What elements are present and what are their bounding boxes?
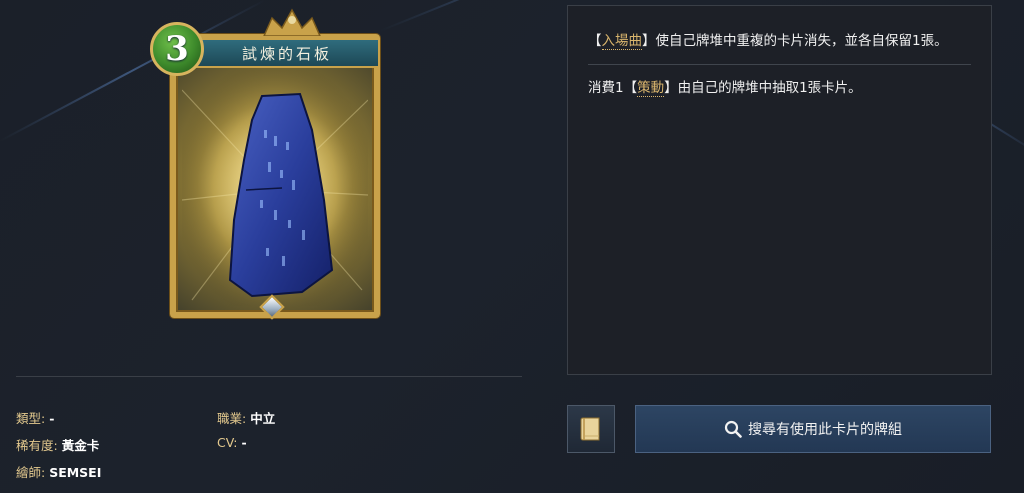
card-detail-page: 3 試煉的石板 【入場曲】使自己牌堆中重複的卡片消失，並各自保留1張。 消費1【… — [0, 0, 1024, 493]
book-icon — [580, 417, 600, 441]
info-class-label: 職業: — [217, 411, 247, 426]
card-crown-ornament — [263, 8, 321, 36]
ability-1-suffix: 】使自己牌堆中重複的卡片消失，並各自保留1張。 — [642, 33, 948, 49]
info-rarity: 稀有度: 黃金卡 — [16, 435, 99, 454]
search-decks-label: 搜尋有使用此卡片的牌組 — [748, 422, 902, 438]
info-rarity-label: 稀有度: — [16, 438, 58, 453]
info-divider — [16, 376, 522, 377]
card-image: 3 試煉的石板 — [150, 8, 382, 320]
keyword-fanfare[interactable]: 入場曲 — [601, 33, 642, 50]
card-description-panel: 【入場曲】使自己牌堆中重複的卡片消失，並各自保留1張。 消費1【策動】由自己的牌… — [567, 5, 992, 375]
stone-tablet-illustration — [182, 70, 368, 306]
info-artist-value: SEMSEI — [49, 465, 102, 480]
card-frame — [170, 34, 380, 318]
ability-text-1: 【入場曲】使自己牌堆中重複的卡片消失，並各自保留1張。 — [568, 6, 991, 64]
info-artist: 繪師: SEMSEI — [16, 462, 101, 481]
info-cv-label: CV: — [217, 435, 238, 450]
search-icon — [724, 420, 742, 438]
info-type-label: 類型: — [16, 411, 46, 426]
card-name: 試煉的石板 — [194, 38, 380, 68]
ability-text-2: 消費1【策動】由自己的牌堆中抽取1張卡片。 — [568, 65, 991, 99]
info-artist-label: 繪師: — [16, 465, 46, 480]
info-cv: CV: - — [217, 435, 247, 450]
info-type: 類型: - — [16, 408, 54, 427]
info-class: 職業: 中立 — [217, 408, 275, 427]
book-button[interactable] — [567, 405, 615, 453]
card-artwork — [182, 70, 368, 306]
keyword-enhance[interactable]: 策動 — [637, 80, 665, 97]
card-cost: 3 — [150, 22, 204, 76]
ability-2-prefix: 消費1【 — [588, 80, 638, 96]
info-class-value: 中立 — [250, 411, 276, 426]
search-decks-button[interactable]: 搜尋有使用此卡片的牌組 — [635, 405, 991, 453]
ability-2-suffix: 】由自己的牌堆中抽取1張卡片。 — [664, 80, 862, 96]
info-rarity-value: 黃金卡 — [61, 438, 100, 453]
ability-1-prefix: 【 — [588, 33, 602, 49]
info-type-value: - — [49, 411, 55, 426]
info-cv-value: - — [241, 435, 247, 450]
